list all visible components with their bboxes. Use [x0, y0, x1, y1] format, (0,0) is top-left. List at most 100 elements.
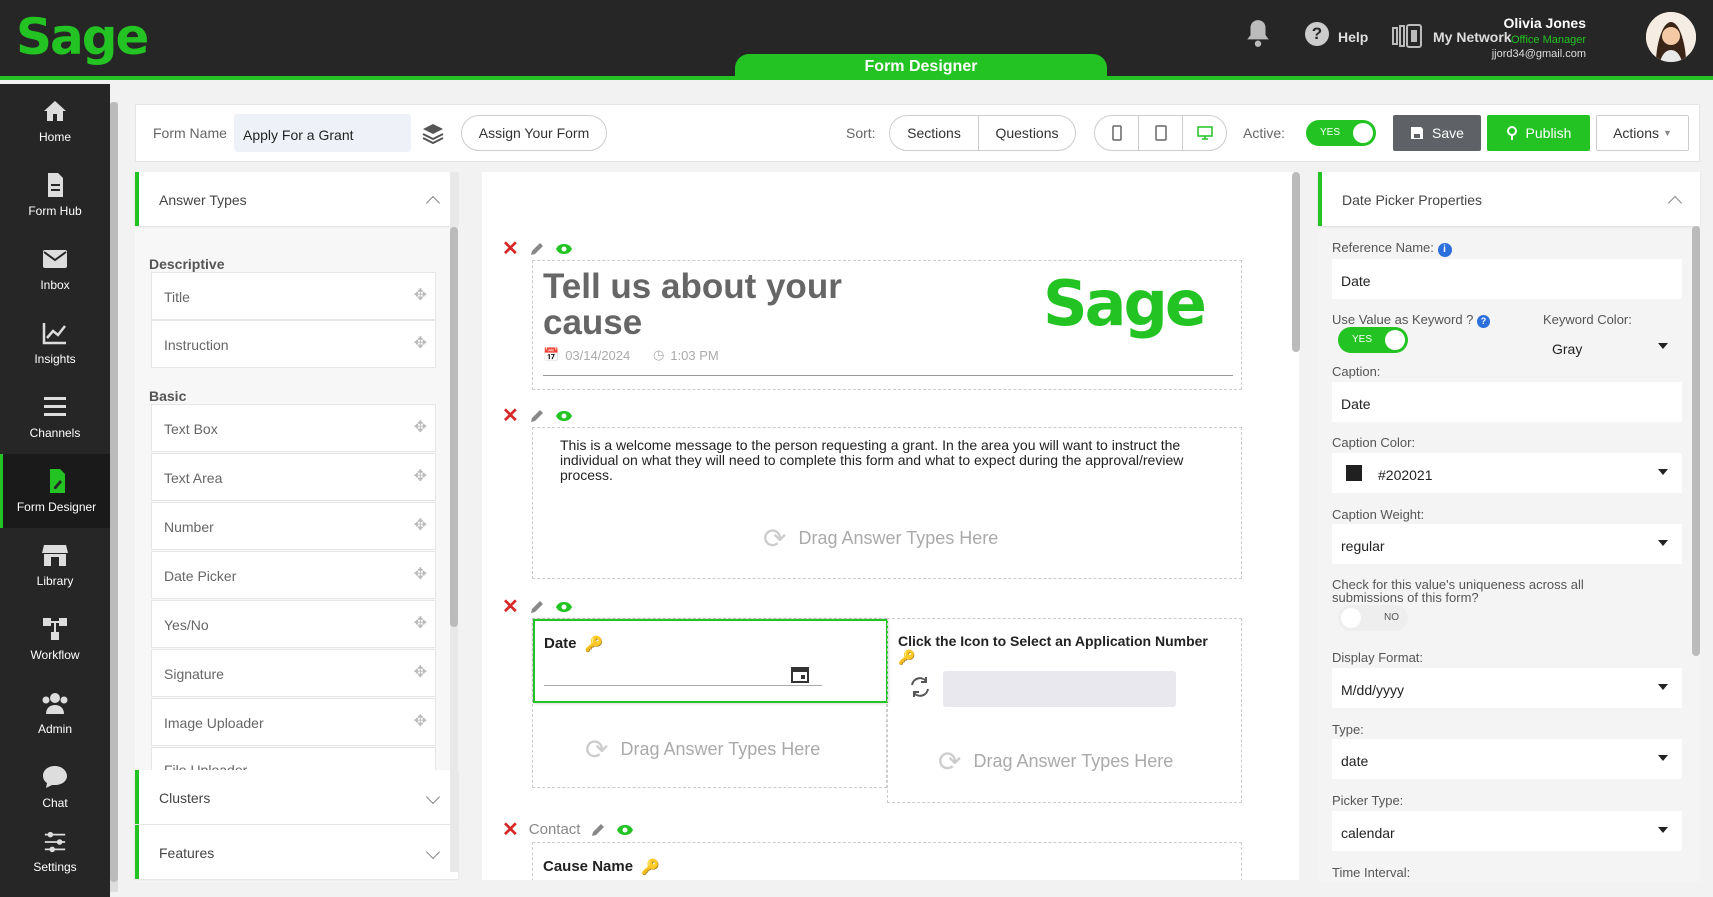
sidebar-item-channels[interactable]: Channels: [0, 380, 110, 454]
desktop-view-button[interactable]: [1182, 115, 1227, 151]
picker-type-select[interactable]: calendar: [1332, 811, 1682, 851]
drop-zone[interactable]: ⟳ Drag Answer Types Here: [763, 522, 998, 555]
save-button[interactable]: Save: [1393, 115, 1481, 151]
form-name-input[interactable]: Apply For a Grant: [234, 114, 411, 152]
delete-icon[interactable]: ✕: [502, 817, 519, 842]
sidebar-item-chat[interactable]: Chat: [0, 750, 110, 824]
answer-type-signature[interactable]: Signature ✥: [151, 649, 436, 697]
properties-scrollbar[interactable]: [1692, 226, 1700, 656]
sidebar-item-settings[interactable]: Settings: [0, 824, 110, 874]
caption-input[interactable]: Date: [1332, 382, 1682, 422]
chat-icon: [43, 766, 67, 788]
move-icon[interactable]: ✥: [414, 616, 427, 632]
answer-type-number[interactable]: Number ✥: [151, 502, 436, 550]
pencil-icon[interactable]: [529, 599, 545, 615]
eye-icon[interactable]: [555, 601, 573, 613]
move-icon[interactable]: ✥: [414, 665, 427, 681]
instruction-section[interactable]: This is a welcome message to the person …: [532, 427, 1242, 579]
calendar-icon[interactable]: [791, 665, 809, 683]
answer-type-text-box[interactable]: Text Box ✥: [151, 404, 436, 452]
help-link[interactable]: Help: [1338, 29, 1368, 45]
use-keyword-toggle[interactable]: YES: [1338, 327, 1408, 353]
help-icon[interactable]: ?: [1305, 22, 1329, 46]
drop-zone[interactable]: ⟳ Drag Answer Types Here: [585, 733, 820, 766]
canvas-scrollbar[interactable]: [1292, 172, 1300, 352]
sidebar-item-inbox[interactable]: Inbox: [0, 232, 110, 306]
move-icon[interactable]: ✥: [414, 420, 427, 436]
caption-weight-select[interactable]: regular: [1332, 524, 1682, 564]
move-icon[interactable]: ✥: [414, 288, 427, 304]
sidebar-item-admin[interactable]: Admin: [0, 676, 110, 750]
phone-icon: [1111, 125, 1122, 141]
tablet-view-button[interactable]: [1138, 115, 1183, 151]
eye-icon[interactable]: [555, 243, 573, 255]
move-icon[interactable]: ✥: [414, 567, 427, 583]
move-icon[interactable]: ✥: [414, 336, 427, 352]
form-name-label: Form Name: [153, 125, 227, 141]
chevron-up-icon: [1667, 195, 1683, 211]
move-icon[interactable]: ✥: [414, 469, 427, 485]
pencil-icon[interactable]: [529, 241, 545, 257]
sidebar-item-form-hub[interactable]: Form Hub: [0, 158, 110, 232]
move-icon[interactable]: ✥: [414, 714, 427, 730]
keyword-color-select[interactable]: Gray: [1543, 327, 1682, 367]
sidebar-item-library[interactable]: Library: [0, 528, 110, 602]
my-network-link[interactable]: My Network: [1433, 29, 1512, 45]
answer-types-header[interactable]: Answer Types: [135, 172, 458, 226]
date-field[interactable]: Date 🔑: [533, 619, 888, 703]
sage-logo[interactable]: Sage: [16, 8, 149, 66]
sidebar-item-form-designer[interactable]: Form Designer: [0, 454, 110, 528]
bell-icon[interactable]: [1245, 18, 1271, 48]
date-input-line[interactable]: [544, 685, 822, 686]
layers-icon[interactable]: [421, 122, 445, 146]
clusters-header[interactable]: Clusters: [135, 770, 458, 824]
app-number-input[interactable]: [943, 671, 1176, 707]
delete-icon[interactable]: ✕: [502, 403, 519, 428]
contact-section[interactable]: Cause Name 🔑: [532, 842, 1242, 880]
answer-type-title[interactable]: Title ✥: [151, 272, 436, 320]
assign-form-button[interactable]: Assign Your Form: [461, 115, 607, 151]
publish-button[interactable]: Publish: [1487, 115, 1590, 151]
mobile-view-button[interactable]: [1094, 115, 1139, 151]
info-icon[interactable]: i: [1437, 243, 1452, 257]
welcome-text[interactable]: This is a welcome message to the person …: [560, 438, 1210, 483]
refresh-icon[interactable]: [908, 675, 932, 699]
form-title[interactable]: Tell us about your cause: [543, 269, 873, 341]
type-select[interactable]: date: [1332, 739, 1682, 779]
sort-sections-button[interactable]: Sections: [889, 115, 979, 151]
actions-dropdown[interactable]: Actions ▼: [1596, 115, 1689, 151]
form-designer-tab[interactable]: Form Designer: [735, 54, 1107, 80]
reference-name-label: Reference Name: i: [1332, 240, 1452, 257]
display-format-select[interactable]: M/dd/yyyy: [1332, 668, 1682, 708]
uniqueness-toggle[interactable]: NO: [1338, 605, 1408, 631]
sidebar-item-insights[interactable]: Insights: [0, 306, 110, 380]
drop-zone[interactable]: ⟳ Drag Answer Types Here: [938, 745, 1173, 778]
delete-icon[interactable]: ✕: [502, 236, 519, 261]
pencil-icon[interactable]: [590, 822, 606, 838]
answer-type-text-area[interactable]: Text Area ✥: [151, 453, 436, 501]
network-icon[interactable]: [1392, 24, 1424, 48]
avatar[interactable]: [1646, 12, 1696, 62]
features-header[interactable]: Features: [135, 825, 458, 879]
help-icon[interactable]: ?: [1477, 315, 1491, 328]
answer-type-yes-no[interactable]: Yes/No ✥: [151, 600, 436, 648]
eye-icon[interactable]: [555, 410, 573, 422]
pencil-icon[interactable]: [529, 408, 545, 424]
move-icon[interactable]: ✥: [414, 518, 427, 534]
panel-title: Features: [159, 845, 215, 861]
sidebar-item-workflow[interactable]: Workflow: [0, 602, 110, 676]
title-section[interactable]: Tell us about your cause 📅 03/14/2024 ◷ 1:…: [532, 260, 1242, 390]
answer-type-date-picker[interactable]: Date Picker ✥: [151, 551, 436, 599]
answer-types-scrollbar[interactable]: [450, 172, 458, 872]
reference-name-input[interactable]: Date: [1332, 259, 1682, 299]
eye-icon[interactable]: [616, 824, 634, 836]
active-toggle[interactable]: YES: [1306, 120, 1376, 146]
answer-type-instruction[interactable]: Instruction ✥: [151, 320, 436, 368]
delete-icon[interactable]: ✕: [502, 594, 519, 619]
answer-type-image-uploader[interactable]: Image Uploader ✥: [151, 698, 436, 746]
sidebar-scrollbar[interactable]: [110, 102, 118, 892]
caption-color-select[interactable]: #202021: [1332, 453, 1682, 493]
sidebar-item-home[interactable]: Home: [0, 84, 110, 158]
properties-header[interactable]: Date Picker Properties: [1318, 172, 1700, 226]
sort-questions-button[interactable]: Questions: [978, 115, 1076, 151]
